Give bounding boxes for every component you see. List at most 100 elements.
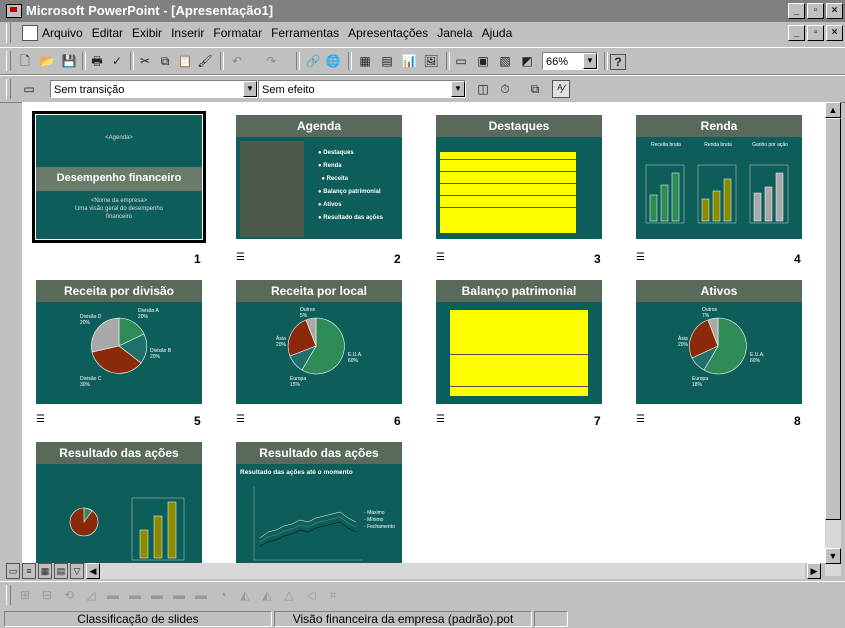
- transition-icon[interactable]: ☰: [36, 414, 45, 425]
- save-icon[interactable]: 💾: [60, 52, 78, 70]
- title-bar: Microsoft PowerPoint - [Apresentação1] _…: [0, 0, 845, 22]
- menu-inserir[interactable]: Inserir: [171, 26, 204, 40]
- powerpoint-icon[interactable]: [6, 4, 22, 18]
- arrow-icon[interactable]: ▬: [126, 586, 144, 604]
- paste-icon[interactable]: 📋: [176, 52, 194, 70]
- summary-slide-icon[interactable]: ⧉: [526, 80, 544, 98]
- transition-icon[interactable]: ☰: [636, 252, 645, 263]
- shadow-icon[interactable]: ⌗: [324, 586, 342, 604]
- insert-clipart-icon[interactable]: 🖼: [422, 52, 440, 70]
- doc-maximize-button[interactable]: ▫: [807, 25, 824, 41]
- scroll-right-button[interactable]: ▶: [807, 563, 821, 579]
- menu-ferramentas[interactable]: Ferramentas: [271, 26, 339, 40]
- menu-arquivo[interactable]: Arquivo: [42, 26, 83, 40]
- slide-thumbnail-4[interactable]: Renda Receita bruta Renda bruta Ganho po…: [636, 115, 802, 239]
- minimize-button[interactable]: _: [788, 3, 805, 19]
- oval-icon[interactable]: ▬: [170, 586, 188, 604]
- line-icon[interactable]: ▬: [104, 586, 122, 604]
- spelling-icon[interactable]: ✓: [108, 52, 126, 70]
- web-toolbar-icon[interactable]: 🌐: [324, 52, 342, 70]
- toolbar-grip[interactable]: [6, 585, 11, 605]
- select-icon[interactable]: ⊟: [38, 586, 56, 604]
- scroll-up-button[interactable]: ▲: [825, 102, 841, 118]
- menu-janela[interactable]: Janela: [437, 26, 472, 40]
- slide-thumbnail-1[interactable]: <Agenda> Desempenho financeiro <Nome da …: [36, 115, 202, 239]
- grayscale-icon[interactable]: ◩: [518, 52, 536, 70]
- slide-thumbnail-6[interactable]: Receita por local Outros 5% E.U.A. 60% E…: [236, 280, 402, 404]
- slide-thumbnail-10[interactable]: Resultado das ações Resultado das ações …: [236, 442, 402, 563]
- slideshow-icon[interactable]: ▽: [70, 563, 84, 579]
- redo-icon[interactable]: ↷: [262, 52, 280, 70]
- insert-table-icon[interactable]: ▦: [356, 52, 374, 70]
- slide-thumbnail-7[interactable]: Balanço patrimonial: [436, 280, 602, 404]
- scroll-left-button[interactable]: ◀: [86, 563, 100, 579]
- insert-chart-icon[interactable]: 📊: [400, 52, 418, 70]
- transition-icon[interactable]: ☰: [236, 414, 245, 425]
- menu-formatar[interactable]: Formatar: [213, 26, 262, 40]
- slide-thumbnail-5[interactable]: Receita por divisão Divisão A 20% Divisã…: [36, 280, 202, 404]
- wordart-icon[interactable]: ◔: [214, 586, 232, 604]
- slide-thumbnail-8[interactable]: Ativos Outros 7% E.U.A. 60% Europa 18% Á…: [636, 280, 802, 404]
- close-button[interactable]: ×: [826, 3, 843, 19]
- transition-icon[interactable]: ☰: [436, 414, 445, 425]
- textbox-icon[interactable]: ▬: [192, 586, 210, 604]
- slide-thumbnail-3[interactable]: Destaques: [436, 115, 602, 239]
- autoshapes-icon[interactable]: ◿: [82, 586, 100, 604]
- chevron-down-icon[interactable]: ▼: [583, 53, 597, 69]
- slide-sorter-view-icon[interactable]: ▦: [38, 563, 52, 579]
- maximize-button[interactable]: ▫: [807, 3, 824, 19]
- chevron-down-icon[interactable]: ▼: [243, 81, 257, 97]
- help-icon[interactable]: ?: [610, 54, 626, 70]
- rotate-icon[interactable]: ⟲: [60, 586, 78, 604]
- format-painter-icon[interactable]: 🖌: [196, 52, 214, 70]
- vertical-scrollbar[interactable]: ▲ ▼: [825, 102, 841, 576]
- hide-slide-icon[interactable]: ◫: [474, 80, 492, 98]
- new-slide-icon[interactable]: ▭: [452, 52, 470, 70]
- scroll-down-button[interactable]: ▼: [825, 548, 841, 564]
- toolbar-grip[interactable]: [6, 51, 11, 71]
- menu-grip[interactable]: [6, 23, 11, 43]
- transition-icon[interactable]: ☰: [236, 252, 245, 263]
- arrow-style-icon[interactable]: ◁: [302, 586, 320, 604]
- doc-minimize-button[interactable]: _: [788, 25, 805, 41]
- menu-editar[interactable]: Editar: [92, 26, 123, 40]
- effect-select[interactable]: Sem efeito ▼: [258, 80, 466, 98]
- new-icon[interactable]: 🗋: [16, 52, 34, 70]
- status-bar: Classificação de slides Visão financeira…: [0, 609, 845, 628]
- insert-excel-icon[interactable]: ▤: [378, 52, 396, 70]
- transition-select[interactable]: Sem transição ▼: [50, 80, 258, 98]
- normal-view-icon[interactable]: ▭: [6, 563, 20, 579]
- slide-thumbnail-2[interactable]: Agenda ● Destaques ● Renda ● Receita ● B…: [236, 115, 402, 239]
- font-color-icon[interactable]: △: [280, 586, 298, 604]
- show-formatting-icon[interactable]: ᴬ⁄: [552, 80, 570, 98]
- notes-view-icon[interactable]: ▤: [54, 563, 68, 579]
- rehearse-timings-icon[interactable]: ⏱: [496, 80, 514, 98]
- insert-link-icon[interactable]: 🔗: [304, 52, 322, 70]
- rectangle-icon[interactable]: ▬: [148, 586, 166, 604]
- copy-icon[interactable]: ⧉: [156, 52, 174, 70]
- line-color-icon[interactable]: ◭: [258, 586, 276, 604]
- outline-view-icon[interactable]: ≡: [22, 563, 36, 579]
- slide-transition-icon[interactable]: ▭: [20, 80, 38, 98]
- horizontal-scrollbar-track[interactable]: [100, 563, 805, 579]
- zoom-combo[interactable]: 66% ▼: [542, 52, 598, 70]
- slide-thumbnail-9[interactable]: Resultado das ações: [36, 442, 202, 563]
- apply-design-icon[interactable]: ▧: [496, 52, 514, 70]
- undo-icon[interactable]: ↶: [228, 52, 246, 70]
- chevron-down-icon[interactable]: ▼: [451, 81, 465, 97]
- menu-exibir[interactable]: Exibir: [132, 26, 162, 40]
- print-icon[interactable]: 🖶: [88, 52, 106, 70]
- transition-icon[interactable]: ☰: [436, 252, 445, 263]
- scroll-thumb[interactable]: [825, 118, 841, 520]
- draw-icon[interactable]: ⊞: [16, 586, 34, 604]
- transition-icon[interactable]: ☰: [636, 414, 645, 425]
- fill-color-icon[interactable]: ◭: [236, 586, 254, 604]
- open-icon[interactable]: 📂: [38, 52, 56, 70]
- document-icon[interactable]: [22, 25, 38, 41]
- menu-apresentacoes[interactable]: Apresentações: [348, 26, 428, 40]
- toolbar-grip[interactable]: [6, 79, 11, 99]
- doc-close-button[interactable]: ×: [826, 25, 843, 41]
- menu-ajuda[interactable]: Ajuda: [482, 26, 513, 40]
- slide-layout-icon[interactable]: ▣: [474, 52, 492, 70]
- cut-icon[interactable]: ✂: [136, 52, 154, 70]
